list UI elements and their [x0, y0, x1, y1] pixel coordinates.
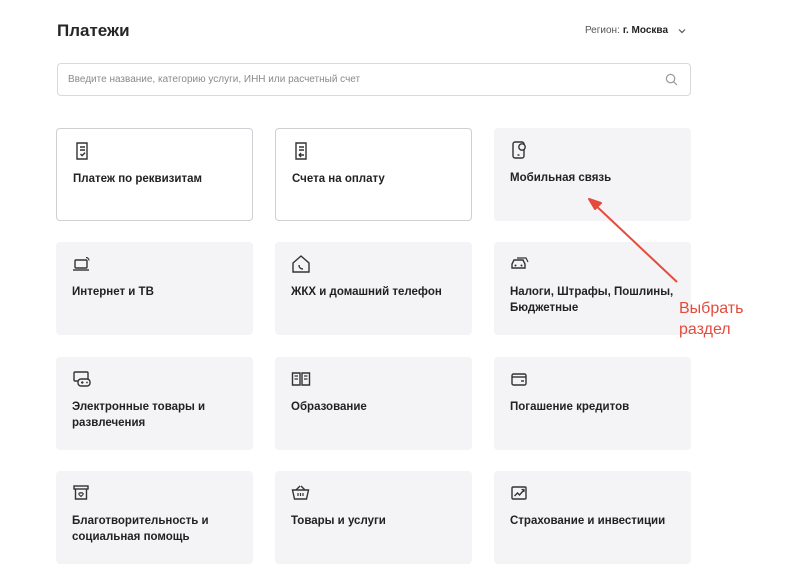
- category-card-education[interactable]: Образование: [275, 357, 472, 450]
- charity-box-icon: [73, 485, 89, 500]
- category-card-e-goods[interactable]: Электронные товары и развлечения: [56, 357, 253, 450]
- gamepad-icon: [73, 371, 91, 387]
- category-label: Товары и услуги: [291, 515, 386, 527]
- house-phone-icon: [292, 255, 310, 273]
- category-card-housing[interactable]: ЖКХ и домашний телефон: [275, 242, 472, 335]
- category-label: Благотворительность и социальная помощь: [72, 515, 209, 543]
- search-icon[interactable]: [665, 73, 678, 86]
- wallet-icon: [511, 373, 527, 386]
- region-selector[interactable]: Регион: г. Москва: [585, 25, 687, 36]
- category-card-requisites[interactable]: Платеж по реквизитам: [56, 128, 253, 221]
- region-value: г. Москва: [622, 25, 668, 36]
- category-card-mobile[interactable]: Мобильная связь: [494, 128, 691, 221]
- chart-growth-icon: [511, 486, 527, 500]
- page-title: Платежи: [57, 21, 130, 40]
- category-label: Электронные товары и развлечения: [72, 401, 206, 429]
- category-label: Погашение кредитов: [510, 401, 630, 413]
- category-label: ЖКХ и домашний телефон: [291, 286, 442, 298]
- search-box: [57, 63, 691, 96]
- category-card-goods-services[interactable]: Товары и услуги: [275, 471, 472, 564]
- category-card-internet-tv[interactable]: Интернет и ТВ: [56, 242, 253, 335]
- region-label: Регион:: [584, 25, 620, 36]
- category-label: Счета на оплату: [292, 173, 385, 185]
- category-card-taxes[interactable]: Налоги, Штрафы, Пошлины, Бюджетные: [494, 242, 691, 335]
- category-label: Интернет и ТВ: [72, 286, 154, 298]
- mobile-phone-icon: [512, 141, 526, 159]
- category-label: Платеж по реквизитам: [73, 173, 202, 185]
- search-input[interactable]: [68, 64, 648, 95]
- basket-icon: [291, 485, 310, 500]
- category-label: Образование: [291, 401, 367, 413]
- category-card-loans[interactable]: Погашение кредитов: [494, 357, 691, 450]
- category-label: Мобильная связь: [510, 172, 612, 184]
- document-check-icon: [76, 142, 88, 160]
- annotation-line: Выбрать: [679, 300, 744, 317]
- chevron-down-icon: [678, 28, 686, 33]
- open-book-icon: [291, 372, 311, 386]
- annotation-text: Выбрать раздел: [679, 298, 743, 340]
- category-label: Страхование и инвестиции: [510, 515, 666, 527]
- category-card-invoices[interactable]: Счета на оплату: [275, 128, 472, 221]
- category-card-charity[interactable]: Благотворительность и социальная помощь: [56, 471, 253, 564]
- laptop-wifi-icon: [73, 256, 90, 271]
- annotation-line: раздел: [679, 321, 731, 338]
- category-label: Налоги, Штрафы, Пошлины, Бюджетные: [510, 286, 674, 314]
- car-icon: [511, 257, 529, 269]
- invoice-return-icon: [295, 142, 307, 160]
- category-card-insurance[interactable]: Страхование и инвестиции: [494, 471, 691, 564]
